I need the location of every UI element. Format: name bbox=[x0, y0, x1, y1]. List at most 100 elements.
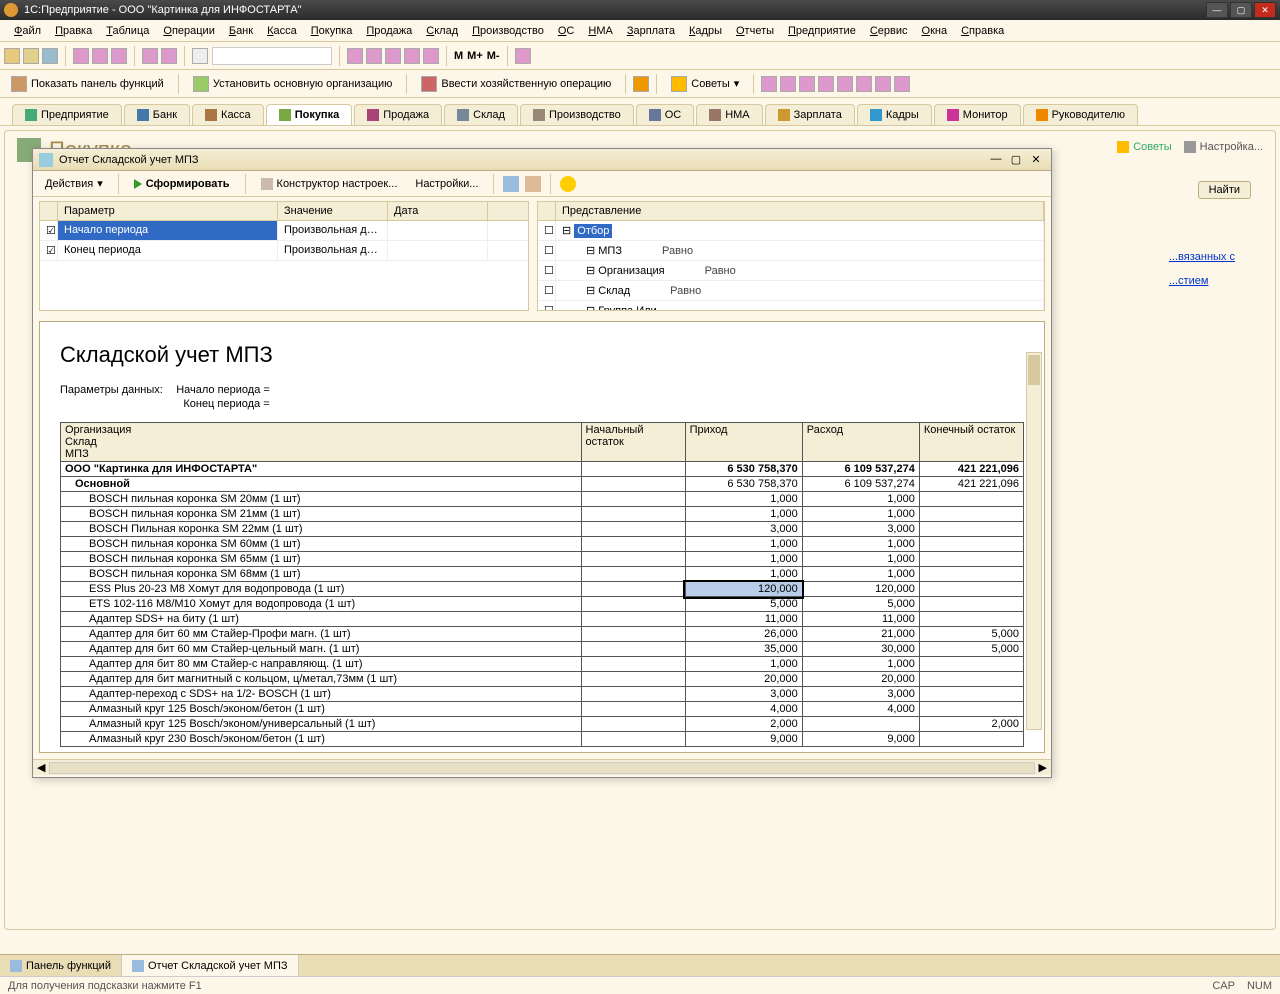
menu-item-правка[interactable]: Правка bbox=[49, 23, 98, 39]
nav-tab-6[interactable]: Производство bbox=[520, 104, 634, 125]
filter-row[interactable]: ☐⊟ ОрганизацияРавно bbox=[538, 261, 1044, 281]
m-plus-button[interactable]: M+ bbox=[467, 50, 483, 62]
table-row[interactable]: BOSCH Пильная коронка SM 22мм (1 шт)3,00… bbox=[61, 522, 1024, 537]
search-icon[interactable] bbox=[192, 48, 208, 64]
print-icon[interactable] bbox=[142, 48, 158, 64]
table-row[interactable]: Основной6 530 758,3706 109 537,274421 22… bbox=[61, 477, 1024, 492]
extra-icon-5[interactable] bbox=[837, 76, 853, 92]
extra-icon-3[interactable] bbox=[799, 76, 815, 92]
nav-tab-1[interactable]: Банк bbox=[124, 104, 190, 125]
table-row[interactable]: ООО "Картинка для ИНФОСТАРТА"6 530 758,3… bbox=[61, 462, 1024, 477]
calculator-icon[interactable] bbox=[423, 48, 439, 64]
orange-icon[interactable] bbox=[633, 76, 649, 92]
enter-business-operation-button[interactable]: Ввести хозяйственную операцию bbox=[414, 73, 618, 95]
menu-item-покупка[interactable]: Покупка bbox=[305, 23, 359, 39]
extra-icon-4[interactable] bbox=[818, 76, 834, 92]
nav-tab-0[interactable]: Предприятие bbox=[12, 104, 122, 125]
nav-tab-4[interactable]: Продажа bbox=[354, 104, 442, 125]
settings-button[interactable]: Настройки... bbox=[409, 176, 484, 192]
nav-tab-3[interactable]: Покупка bbox=[266, 104, 353, 125]
constructor-button[interactable]: Конструктор настроек... bbox=[255, 176, 404, 192]
param-row[interactable]: ☑Начало периодаПроизвольная дата bbox=[40, 221, 528, 241]
table-row[interactable]: BOSCH пильная коронка SM 65мм (1 шт)1,00… bbox=[61, 552, 1024, 567]
menu-item-банк[interactable]: Банк bbox=[223, 23, 259, 39]
calendar-icon[interactable] bbox=[404, 48, 420, 64]
report-window-titlebar[interactable]: Отчет Складской учет МПЗ — ▢ ✕ bbox=[33, 149, 1051, 171]
table-row[interactable]: Адаптер для бит магнитный с кольцом, ц/м… bbox=[61, 672, 1024, 687]
set-main-org-button[interactable]: Установить основную организацию bbox=[186, 73, 400, 95]
tips-link[interactable]: Советы bbox=[1117, 141, 1171, 153]
menu-item-справка[interactable]: Справка bbox=[955, 23, 1010, 39]
table-row[interactable]: BOSCH пильная коронка SM 68мм (1 шт)1,00… bbox=[61, 567, 1024, 582]
table-row[interactable]: ETS 102-116 М8/М10 Хомут для водопровода… bbox=[61, 597, 1024, 612]
table-row[interactable]: Алмазный круг 230 Bosch/эконом/бетон (1 … bbox=[61, 732, 1024, 747]
menu-item-предприятие[interactable]: Предприятие bbox=[782, 23, 862, 39]
table-row[interactable]: Алмазный круг 125 Bosch/эконом/бетон (1 … bbox=[61, 702, 1024, 717]
nav-tab-2[interactable]: Касса bbox=[192, 104, 264, 125]
filter-row[interactable]: ☐⊟ МПЗРавно bbox=[538, 241, 1044, 261]
wrench-icon[interactable] bbox=[515, 48, 531, 64]
param-row[interactable]: ☑Конец периодаПроизвольная дата bbox=[40, 241, 528, 261]
filter-row[interactable]: ☐⊟ Отбор bbox=[538, 221, 1044, 241]
minimize-button[interactable]: — bbox=[1206, 2, 1228, 18]
show-function-panel-button[interactable]: Показать панель функций bbox=[4, 73, 171, 95]
menu-item-зарплата[interactable]: Зарплата bbox=[621, 23, 681, 39]
m-minus-button[interactable]: M- bbox=[487, 50, 500, 62]
menu-item-кадры[interactable]: Кадры bbox=[683, 23, 728, 39]
menu-item-касса[interactable]: Касса bbox=[261, 23, 303, 39]
menu-item-сервис[interactable]: Сервис bbox=[864, 23, 914, 39]
table-row[interactable]: Алмазный круг 125 Bosch/эконом/универсал… bbox=[61, 717, 1024, 732]
menu-item-ос[interactable]: ОС bbox=[552, 23, 581, 39]
menu-item-операции[interactable]: Операции bbox=[157, 23, 220, 39]
nav-tab-8[interactable]: НМА bbox=[696, 104, 762, 125]
table-row[interactable]: BOSCH пильная коронка SM 20мм (1 шт)1,00… bbox=[61, 492, 1024, 507]
settings-link[interactable]: Настройка... bbox=[1184, 141, 1263, 153]
table-row[interactable]: BOSCH пильная коронка SM 21мм (1 шт)1,00… bbox=[61, 507, 1024, 522]
extra-icon-1[interactable] bbox=[761, 76, 777, 92]
extra-icon-2[interactable] bbox=[780, 76, 796, 92]
table-row[interactable]: BOSCH пильная коронка SM 60мм (1 шт)1,00… bbox=[61, 537, 1024, 552]
menu-item-таблица[interactable]: Таблица bbox=[100, 23, 155, 39]
rw-minimize-button[interactable]: — bbox=[987, 153, 1005, 166]
filter-row[interactable]: ☐⊟ Группа Или bbox=[538, 301, 1044, 311]
nav-tab-11[interactable]: Монитор bbox=[934, 104, 1021, 125]
tool-icon-b[interactable] bbox=[525, 176, 541, 192]
filter-row[interactable]: ☐⊟ СкладРавно bbox=[538, 281, 1044, 301]
paste-icon[interactable] bbox=[111, 48, 127, 64]
actions-menu[interactable]: Действия ▾ bbox=[39, 175, 109, 192]
save-icon[interactable] bbox=[42, 48, 58, 64]
nav-tab-7[interactable]: ОС bbox=[636, 104, 695, 125]
menu-item-отчеты[interactable]: Отчеты bbox=[730, 23, 780, 39]
related-link-2[interactable]: ...стием bbox=[1169, 275, 1209, 287]
tool-icon-3[interactable] bbox=[385, 48, 401, 64]
find-button[interactable]: Найти bbox=[1198, 181, 1251, 199]
extra-icon-7[interactable] bbox=[875, 76, 891, 92]
menu-item-склад[interactable]: Склад bbox=[420, 23, 464, 39]
m-button[interactable]: M bbox=[454, 50, 463, 62]
nav-tab-12[interactable]: Руководителю bbox=[1023, 104, 1138, 125]
nav-tab-10[interactable]: Кадры bbox=[857, 104, 932, 125]
generate-button[interactable]: Сформировать bbox=[128, 176, 236, 192]
table-row[interactable]: Адаптер для бит 80 мм Стайер-с направляю… bbox=[61, 657, 1024, 672]
help-icon[interactable] bbox=[560, 176, 576, 192]
search-input[interactable] bbox=[212, 47, 332, 65]
tool-icon-1[interactable] bbox=[347, 48, 363, 64]
related-link-1[interactable]: ...вязанных с bbox=[1169, 251, 1235, 263]
extra-icon-6[interactable] bbox=[856, 76, 872, 92]
menu-item-файл[interactable]: Файл bbox=[8, 23, 47, 39]
close-button[interactable]: ✕ bbox=[1254, 2, 1276, 18]
preview-icon[interactable] bbox=[161, 48, 177, 64]
extra-icon-8[interactable] bbox=[894, 76, 910, 92]
new-icon[interactable] bbox=[4, 48, 20, 64]
footer-tab[interactable]: Панель функций bbox=[0, 955, 122, 976]
tool-icon-2[interactable] bbox=[366, 48, 382, 64]
copy-icon[interactable] bbox=[92, 48, 108, 64]
menu-item-нма[interactable]: НМА bbox=[582, 23, 618, 39]
footer-tab[interactable]: Отчет Складской учет МПЗ bbox=[122, 955, 299, 976]
rw-close-button[interactable]: ✕ bbox=[1027, 153, 1045, 166]
table-row[interactable]: Адаптер для бит 60 мм Стайер-цельный маг… bbox=[61, 642, 1024, 657]
tips-button[interactable]: Советы▾ bbox=[664, 73, 746, 95]
table-row[interactable]: Адаптер SDS+ на биту (1 шт)11,00011,000 bbox=[61, 612, 1024, 627]
table-row[interactable]: Адаптер-переход с SDS+ на 1/2- BOSCH (1 … bbox=[61, 687, 1024, 702]
tool-icon-a[interactable] bbox=[503, 176, 519, 192]
